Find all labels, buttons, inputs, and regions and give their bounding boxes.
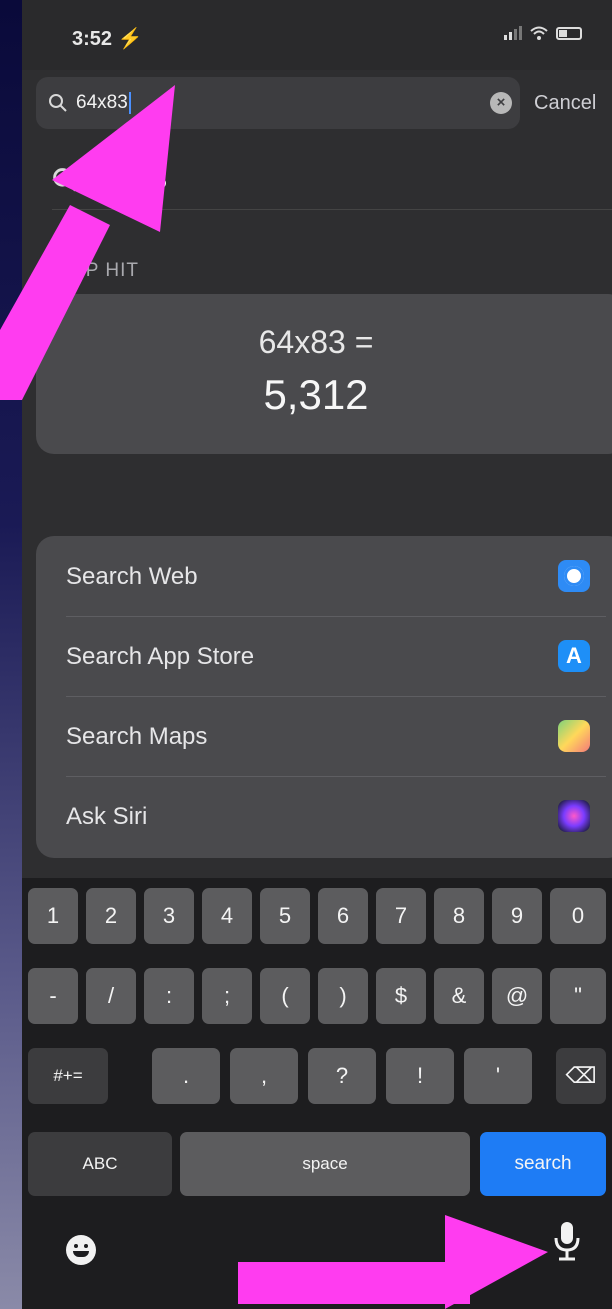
arrow-to-microphone [238,1215,548,1309]
annotation-arrows [0,85,548,1309]
arrow-to-search-field [0,85,175,400]
